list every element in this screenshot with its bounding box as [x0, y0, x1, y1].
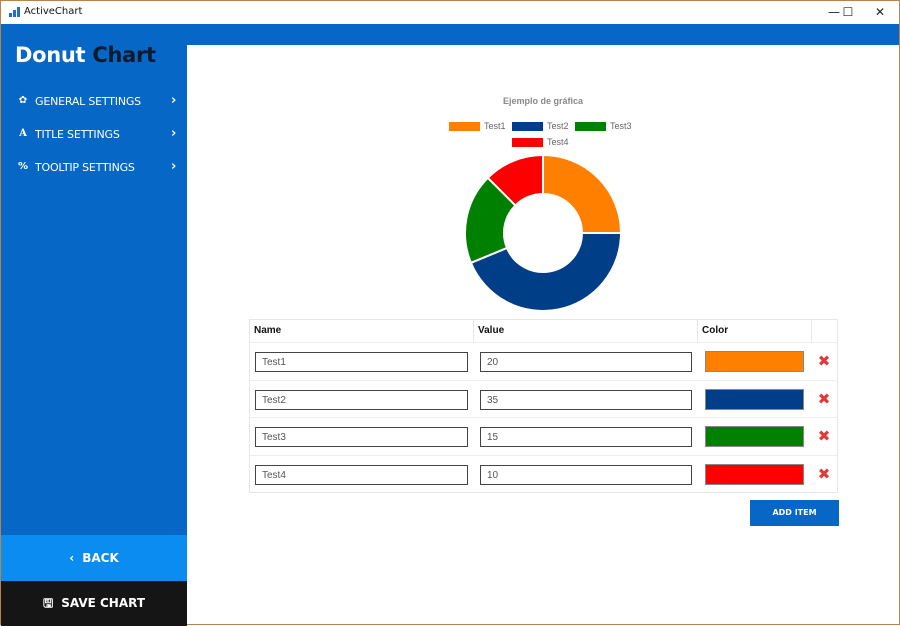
- value-input[interactable]: [480, 390, 692, 410]
- delete-icon[interactable]: ✖: [816, 464, 832, 484]
- gear-icon: ✿: [18, 95, 28, 106]
- name-input[interactable]: [255, 427, 468, 447]
- column-header-actions: [812, 320, 837, 342]
- legend-label: Test3: [610, 121, 632, 131]
- delete-icon[interactable]: ✖: [816, 351, 832, 371]
- value-input[interactable]: [480, 352, 692, 372]
- column-header-name: Name: [250, 320, 474, 342]
- maximize-button[interactable]: ☐: [833, 1, 863, 24]
- add-item-button[interactable]: ADD ITEM: [750, 500, 839, 526]
- legend-swatch: [512, 122, 543, 131]
- table-row: ✖: [250, 455, 837, 493]
- app-logo-icon: [9, 7, 20, 17]
- table-row: ✖: [250, 417, 837, 455]
- window-title: ActiveChart: [24, 6, 83, 17]
- sidebar-item-title-settings[interactable]: A TITLE SETTINGS ›: [1, 122, 187, 148]
- back-button[interactable]: ‹ BACK: [1, 535, 187, 581]
- page-title: Donut Chart: [15, 43, 156, 67]
- chevron-right-icon: ›: [171, 126, 177, 141]
- color-picker[interactable]: [705, 351, 804, 372]
- donut-chart: [464, 153, 623, 312]
- name-input[interactable]: [255, 465, 468, 485]
- save-chart-button-label: SAVE CHART: [61, 596, 146, 610]
- legend-label: Test4: [547, 137, 569, 147]
- value-input[interactable]: [480, 465, 692, 485]
- title-word-chart: Chart: [92, 43, 156, 67]
- column-header-color: Color: [698, 320, 812, 342]
- legend-label: Test2: [547, 121, 569, 131]
- table-row: ✖: [250, 380, 837, 418]
- name-input[interactable]: [255, 352, 468, 372]
- legend-label: Test1: [484, 121, 506, 131]
- save-icon: 🖫: [42, 596, 54, 610]
- color-picker[interactable]: [705, 389, 804, 410]
- name-input[interactable]: [255, 390, 468, 410]
- legend-swatch: [449, 122, 480, 131]
- delete-icon[interactable]: ✖: [816, 389, 832, 409]
- close-button[interactable]: ✕: [865, 1, 895, 24]
- legend-swatch: [575, 122, 606, 131]
- color-picker[interactable]: [705, 426, 804, 447]
- table-row: ✖: [250, 342, 837, 380]
- donut-slice-test1[interactable]: [542, 153, 623, 234]
- main-content: Ejemplo de gráfica Test1 Test2 Test3 Tes…: [187, 45, 899, 624]
- chevron-right-icon: ›: [171, 93, 177, 108]
- sidebar-item-label: GENERAL SETTINGS: [35, 95, 141, 108]
- chevron-left-icon: ‹: [69, 551, 75, 565]
- sidebar-item-label: TITLE SETTINGS: [35, 128, 120, 141]
- chart-title: Ejemplo de gráfica: [502, 96, 584, 106]
- app-window: ActiveChart — ☐ ✕ Donut Chart ✿ GENERAL …: [0, 0, 900, 626]
- font-icon: A: [19, 128, 27, 139]
- sidebar-item-label: TOOLTIP SETTINGS: [35, 161, 135, 174]
- title-word-donut: Donut: [15, 43, 86, 67]
- title-bar: ActiveChart — ☐ ✕: [1, 1, 899, 24]
- data-table: Name Value Color ✖ ✖ ✖: [249, 319, 838, 493]
- back-button-label: BACK: [82, 551, 119, 565]
- value-input[interactable]: [480, 427, 692, 447]
- delete-icon[interactable]: ✖: [816, 426, 832, 446]
- chevron-right-icon: ›: [171, 159, 177, 174]
- sidebar-item-general-settings[interactable]: ✿ GENERAL SETTINGS ›: [1, 89, 187, 115]
- column-header-value: Value: [474, 320, 698, 342]
- link-icon: %: [17, 161, 29, 172]
- save-chart-button[interactable]: 🖫 SAVE CHART: [1, 581, 187, 626]
- sidebar: Donut Chart ✿ GENERAL SETTINGS › A TITLE…: [1, 24, 187, 626]
- color-picker[interactable]: [705, 464, 804, 485]
- legend-swatch: [512, 138, 543, 147]
- sidebar-item-tooltip-settings[interactable]: % TOOLTIP SETTINGS ›: [1, 155, 187, 181]
